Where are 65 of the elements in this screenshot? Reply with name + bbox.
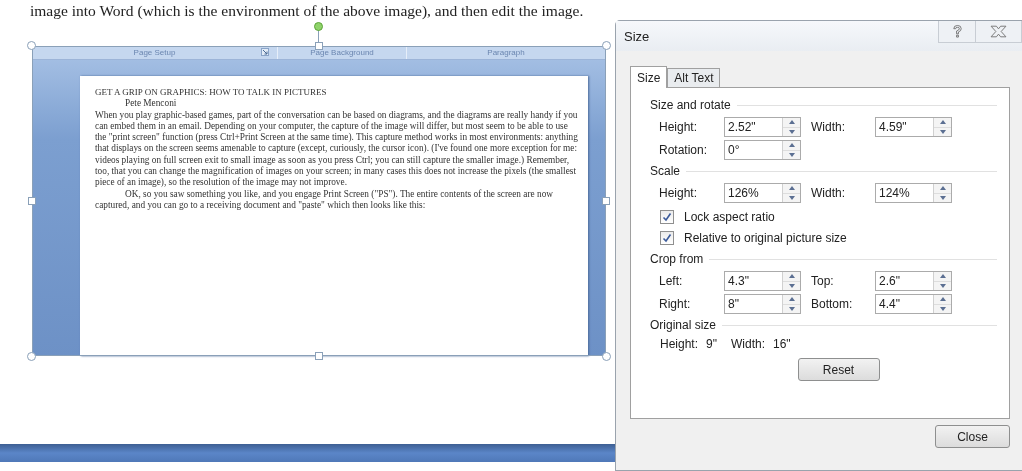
ribbon-group-label: Page Background [310,48,374,57]
checkbox-label: Relative to original picture size [684,230,847,245]
ribbon-group-label: Paragraph [487,48,525,57]
resize-handle[interactable] [27,41,36,50]
intro-text: image into Word (which is the environment of the above image), and then edit the image. [29,1,585,21]
ribbon-group-label: Page Setup [133,48,176,57]
field-label: Bottom: [811,297,854,311]
document-paragraph: When you play graphic-based games, part of the conversation can be based on diagrams, and the diagrams are really handy if you can embed them in an email. Depending on your computer, the capture of the image will differ, but most seem to be able to use the "print screen" function (press Ctrl+Print Screen at the same time). This capture method works in most environments: anything that displays on the screen seems amenable to capture (except, curiously, the cursor icon). (I've found one more exception for me: videos playing on full screen exit to small image as soon as you press Ctrl; you can still capture the smaller image.) Remember, too, that you can change the magnification of images on your screen; in many cases this does not increase the pixels (the smallest piece of an image), so the resolution of the image may not improve. [95,109,578,189]
field-label: Height: [659,120,699,134]
spinner-control[interactable] [782,184,800,202]
resize-handle[interactable] [27,352,36,361]
dialog-launcher-icon [261,48,269,56]
input-field[interactable]: 4.59" [875,117,952,137]
field-label: Right: [659,297,692,311]
tab[interactable]: Size [630,66,668,88]
field-label: Width: [811,120,846,134]
tab[interactable]: Alt Text [667,68,721,87]
resize-handle[interactable] [602,41,611,50]
resize-handle[interactable] [315,42,323,50]
field-label: Rotation: [659,143,709,157]
rotation-handle[interactable] [314,22,323,31]
document-author: Pete Menconi [124,98,178,110]
reset-button[interactable]: Reset [797,358,880,381]
close-button[interactable]: Close [935,425,1010,448]
checkbox[interactable] [660,209,674,224]
field-label: Top: [811,274,835,288]
spinner-control[interactable] [933,272,951,290]
dialog-title: Size [624,28,650,44]
spinner-control[interactable] [782,118,800,136]
close-icon [990,25,1007,38]
checkbox-label: Lock aspect ratio [684,209,775,224]
document-paragraph: OK, so you saw something you like, and you engage Print Screen ("PS"). The entire contents of the screen are now captured, and you can go to a receiving document and "paste" which then looks like this: [95,188,554,212]
size-value: 16" [773,337,791,351]
field-label: Left: [659,274,684,288]
input-field[interactable]: 124% [875,183,952,203]
input-field[interactable]: 126% [724,183,801,203]
section-heading: Scale [650,164,681,178]
size-label: Width: [730,337,765,351]
section-heading: Original size [650,318,717,332]
spinner-control[interactable] [933,118,951,136]
input-field[interactable]: 2.52" [724,117,801,137]
help-button[interactable] [938,21,976,43]
spinner-control[interactable] [933,184,951,202]
checkbox[interactable] [660,230,674,245]
resize-handle[interactable] [315,352,323,360]
resize-handle[interactable] [602,197,610,205]
resize-handle[interactable] [28,197,36,205]
document-title: GET A GRIP ON GRAPHICS: HOW TO TALK IN PICTURES [95,87,328,99]
field-label: Width: [811,186,846,200]
section-heading: Size and rotate [650,98,731,112]
spinner-control[interactable] [782,272,800,290]
input-field[interactable]: 2.6" [875,271,952,291]
spinner-control[interactable] [782,141,800,159]
help-icon [950,24,964,39]
resize-handle[interactable] [602,352,611,361]
section-heading: Crop from [650,252,704,266]
field-label: Height: [659,186,699,200]
size-label: Height: [660,337,699,351]
input-field[interactable]: 8" [724,294,801,314]
size-value: 9" [706,337,717,351]
input-field[interactable]: 0° [724,140,801,160]
spinner-control[interactable] [782,295,800,313]
input-field[interactable]: 4.3" [724,271,801,291]
input-field[interactable]: 4.4" [875,294,952,314]
spinner-control[interactable] [933,295,951,313]
